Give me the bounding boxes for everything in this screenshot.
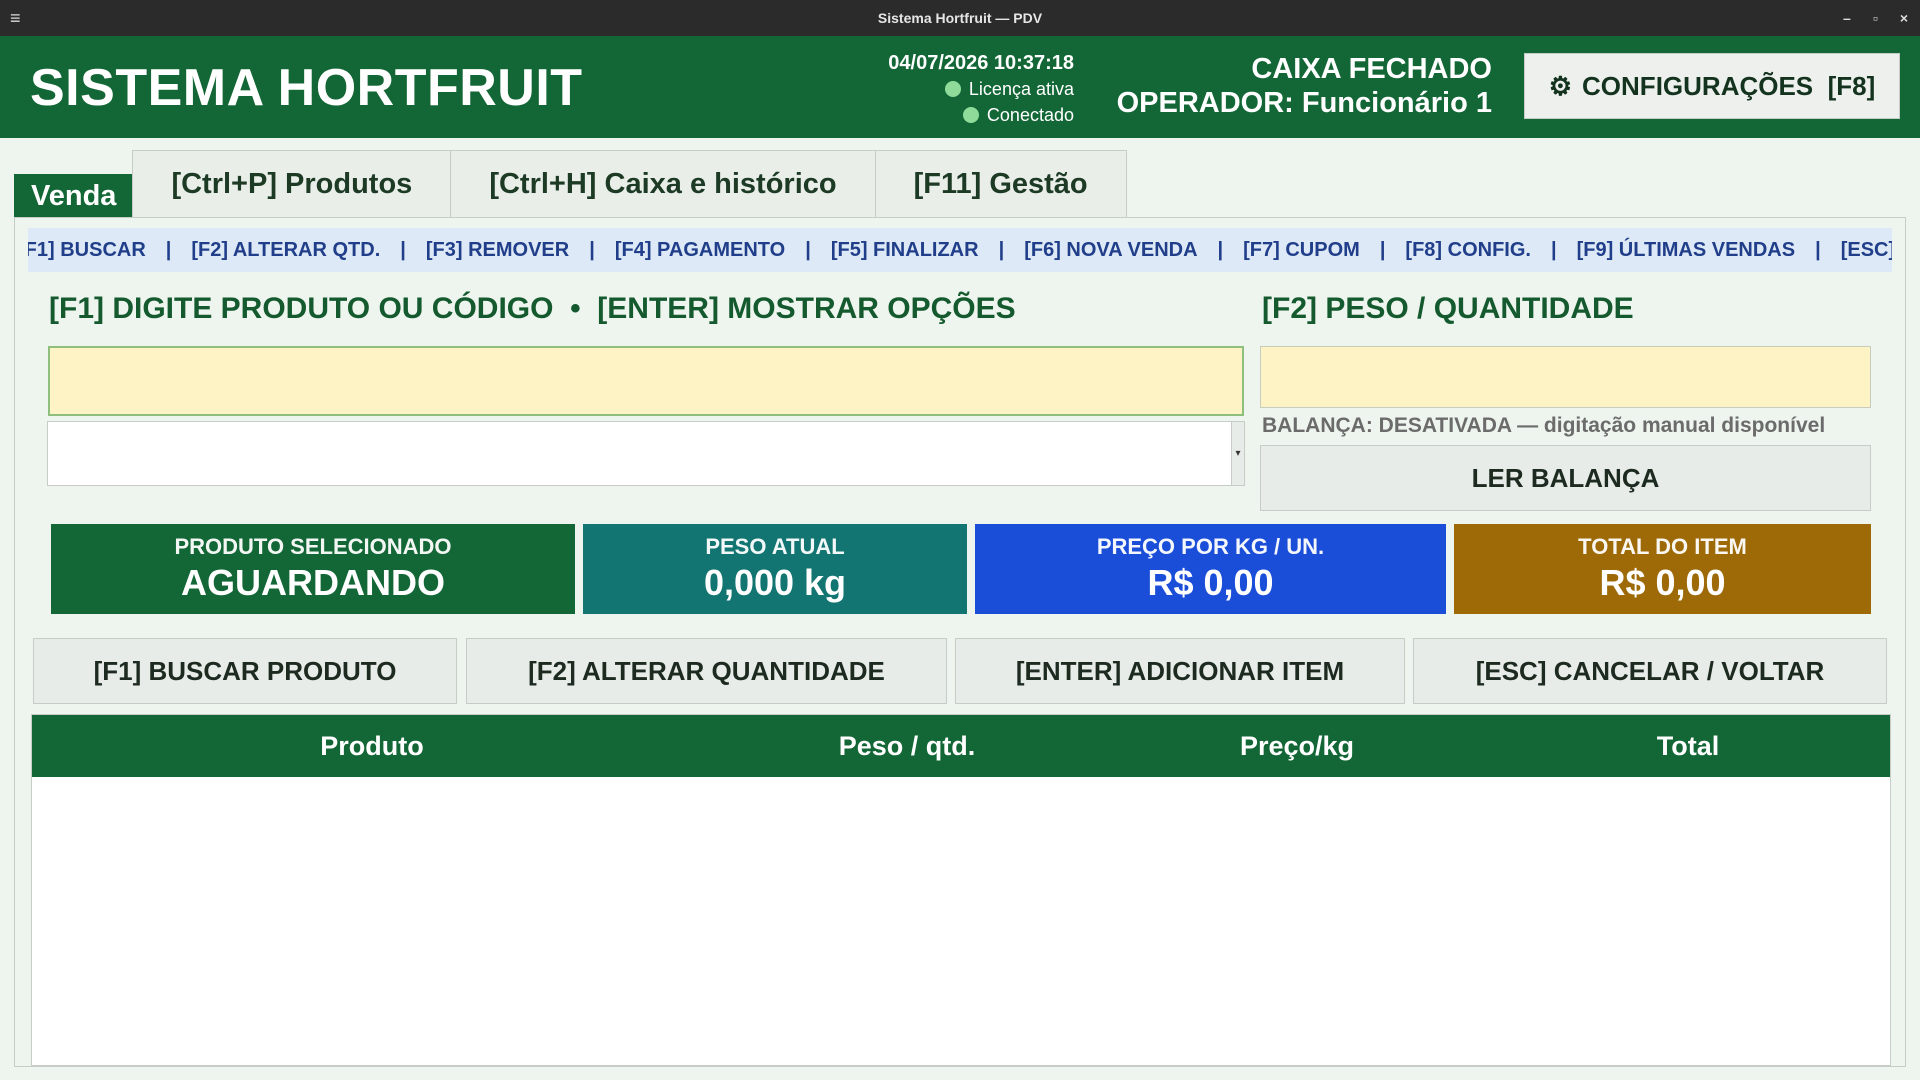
product-search-input[interactable]	[48, 346, 1244, 416]
license-status: Licença ativa	[820, 76, 1074, 102]
shortcut-item[interactable]: [F5] FINALIZAR	[811, 239, 999, 262]
menu-icon[interactable]: ≡	[10, 8, 21, 29]
shortcut-item[interactable]: [F8] CONFIG.	[1385, 239, 1551, 262]
tab-gestao[interactable]: [F11] Gestão	[874, 150, 1127, 218]
shortcut-item[interactable]: [F6] NOVA VENDA	[1004, 239, 1217, 262]
app-header: SISTEMA HORTFRUIT 04/07/2026 10:37:18 Li…	[0, 36, 1920, 138]
shortcut-item[interactable]: [F7] CUPOM	[1223, 239, 1380, 262]
datetime: 04/07/2026 10:37:18	[888, 52, 1074, 74]
card-value: AGUARDANDO	[181, 562, 445, 603]
shortcut-item[interactable]: [F1] BUSCAR	[28, 239, 166, 262]
venda-panel: [F1] BUSCAR | [F2] ALTERAR QTD. | [F3] REMOV…	[14, 217, 1906, 1067]
shortcut-item[interactable]: [ESC] CANCELAR	[1821, 239, 1892, 262]
card-value: R$ 0,00	[1147, 562, 1274, 603]
scale-status: BALANÇA: DESATIVADA — digitação manual d…	[1262, 414, 1826, 437]
column-header-produto[interactable]: Produto	[32, 731, 712, 762]
card-price-per-kg: PREÇO POR KG / UN. R$ 0,00	[975, 524, 1446, 614]
read-scale-button[interactable]: LER BALANÇA	[1260, 445, 1871, 511]
cancel-back-button[interactable]: [ESC] CANCELAR / VOLTAR	[1413, 638, 1887, 704]
card-title: TOTAL DO ITEM	[1578, 534, 1747, 559]
column-header-preco[interactable]: Preço/kg	[1102, 731, 1492, 762]
gear-icon: ⚙	[1548, 70, 1573, 101]
connection-status: Conectado	[820, 102, 1074, 128]
shortcut-item[interactable]: [F9] ÚLTIMAS VENDAS	[1557, 239, 1816, 262]
caixa-status: CAIXA FECHADO	[1251, 53, 1492, 85]
window-titlebar: ≡ Sistema Hortfruit — PDV – ▫ ×	[0, 0, 1920, 36]
search-product-button[interactable]: [F1] BUSCAR PRODUTO	[33, 638, 457, 704]
connection-status-label: Conectado	[986, 105, 1074, 125]
license-status-label: Licença ativa	[968, 79, 1074, 99]
window-controls: – ▫ ×	[1843, 0, 1908, 36]
maximize-icon[interactable]: ▫	[1873, 10, 1878, 26]
column-header-total[interactable]: Total	[1492, 731, 1884, 762]
app-title: SISTEMA HORTFRUIT	[30, 59, 583, 117]
card-title: PESO ATUAL	[705, 534, 845, 559]
product-options-combo[interactable]: ▾	[47, 421, 1245, 486]
shortcut-bar: [F1] BUSCAR | [F2] ALTERAR QTD. | [F3] REMOV…	[28, 228, 1892, 272]
tab-produtos[interactable]: [Ctrl+P] Produtos	[132, 150, 452, 218]
status-dot-icon	[962, 107, 979, 123]
card-selected-product: PRODUTO SELECIONADO AGUARDANDO	[51, 524, 575, 614]
close-icon[interactable]: ×	[1900, 10, 1908, 26]
shortcut-item[interactable]: [F4] PAGAMENTO	[595, 239, 805, 262]
tab-caixa-historico[interactable]: [Ctrl+H] Caixa e histórico	[450, 150, 876, 218]
column-header-peso[interactable]: Peso / qtd.	[712, 731, 1102, 762]
shortcut-item[interactable]: [F3] REMOVER	[406, 239, 589, 262]
search-label: [F1] DIGITE PRODUTO OU CÓDIGO • [ENTER] …	[49, 292, 1016, 325]
card-current-weight: PESO ATUAL 0,000 kg	[583, 524, 967, 614]
minimize-icon[interactable]: –	[1843, 10, 1851, 26]
config-button[interactable]: ⚙ CONFIGURAÇÕES [F8]	[1524, 53, 1900, 119]
table-header: Produto Peso / qtd. Preço/kg Total	[32, 715, 1890, 777]
window-title: Sistema Hortfruit — PDV	[877, 10, 1043, 26]
items-table: Produto Peso / qtd. Preço/kg Total	[31, 714, 1891, 1066]
operator-label: OPERADOR: Funcionário 1	[1116, 87, 1492, 119]
card-value: 0,000 kg	[703, 562, 847, 603]
chevron-down-icon[interactable]: ▾	[1231, 422, 1244, 485]
shortcut-list: [F1] BUSCAR | [F2] ALTERAR QTD. | [F3] REMOV…	[28, 239, 1892, 262]
shortcut-item[interactable]: [F2] ALTERAR QTD.	[171, 239, 400, 262]
card-title: PRODUTO SELECIONADO	[174, 534, 452, 559]
config-button-label: CONFIGURAÇÕES [F8]	[1582, 70, 1876, 101]
status-dot-icon	[944, 81, 961, 97]
quantity-label: [F2] PESO / QUANTIDADE	[1262, 292, 1634, 325]
card-value: R$ 0,00	[1599, 562, 1726, 603]
caixa-block: CAIXA FECHADO OPERADOR: Funcionário 1	[1100, 52, 1492, 120]
tab-venda[interactable]: Venda	[14, 174, 134, 218]
add-item-button[interactable]: [ENTER] ADICIONAR ITEM	[955, 638, 1405, 704]
status-block: 04/07/2026 10:37:18 Licença ativa Conect…	[820, 50, 1074, 128]
change-quantity-button[interactable]: [F2] ALTERAR QUANTIDADE	[466, 638, 947, 704]
card-title: PREÇO POR KG / UN.	[1096, 534, 1325, 559]
tab-bar: Venda [Ctrl+P] Produtos [Ctrl+H] Caixa e…	[14, 150, 1127, 218]
quantity-input[interactable]	[1260, 346, 1871, 408]
card-item-total: TOTAL DO ITEM R$ 0,00	[1454, 524, 1871, 614]
